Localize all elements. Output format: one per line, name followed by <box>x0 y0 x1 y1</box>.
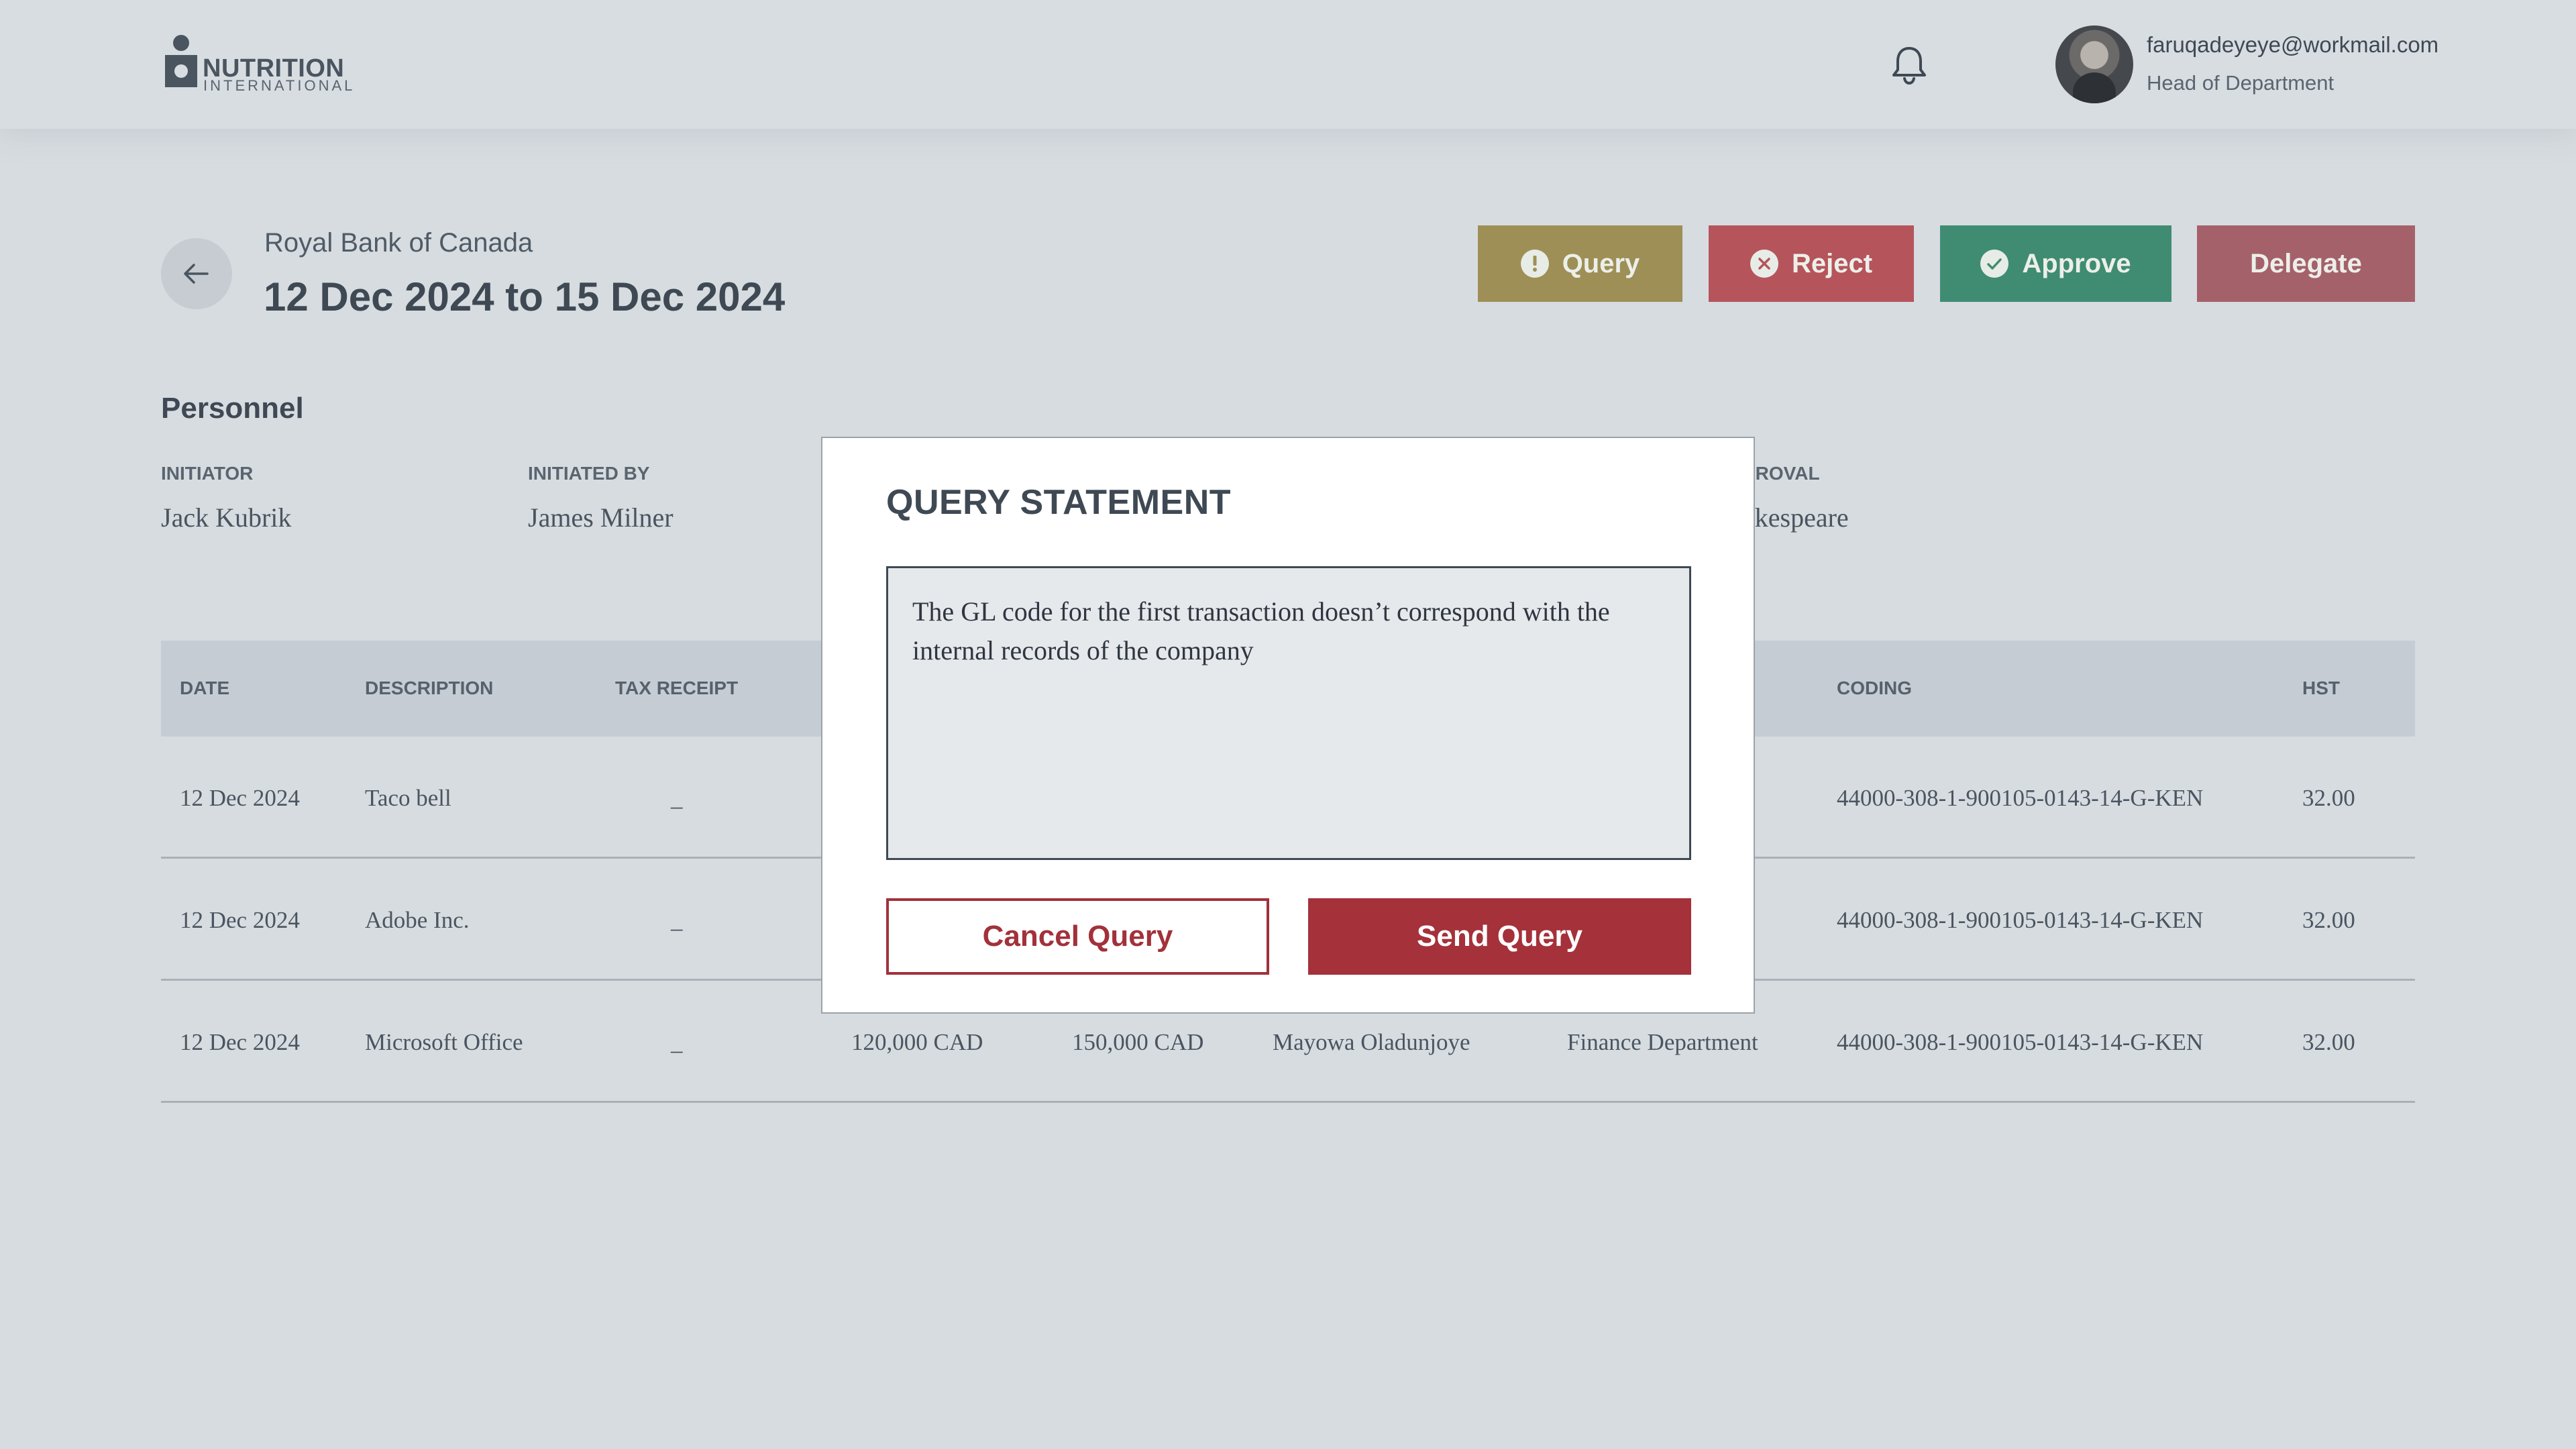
reject-button[interactable]: Reject <box>1709 225 1914 302</box>
column-header-tax-receipt: TAX RECEIPT <box>615 678 739 698</box>
cell-department: Finance Department <box>1567 1029 1758 1055</box>
cell-description: Adobe Inc. <box>365 907 470 933</box>
cell-amount: 120,000 CAD <box>851 1029 983 1055</box>
arrow-left-icon <box>184 264 209 284</box>
cell-description: Taco bell <box>365 785 451 811</box>
cell-person: Mayowa Oladunjoye <box>1273 1029 1470 1055</box>
bank-name: Royal Bank of Canada <box>264 228 533 258</box>
cell-tax-receipt: _ <box>671 1029 683 1055</box>
approval-value: akespeare <box>1743 502 1849 533</box>
cell-hst: 32.00 <box>2302 907 2355 933</box>
column-header-coding: CODING <box>1837 678 1912 698</box>
check-circle-icon <box>1980 250 2009 278</box>
exclamation-circle-icon <box>1520 250 1549 278</box>
approve-button-label: Approve <box>2022 248 2131 278</box>
cell-tax-receipt: _ <box>671 907 683 933</box>
cell-coding: 44000-308-1-900105-0143-14-G-KEN <box>1837 907 2204 933</box>
initiated-by-label: INITIATED BY <box>528 463 650 484</box>
approve-button[interactable]: Approve <box>1940 225 2171 302</box>
x-circle-icon <box>1750 250 1778 278</box>
initiator-label: INITIATOR <box>161 463 254 484</box>
initiated-by-value: James Milner <box>528 502 674 533</box>
cell-tax-receipt: _ <box>671 785 683 811</box>
personnel-section-title: Personnel <box>161 392 304 425</box>
user-avatar[interactable] <box>2055 25 2133 103</box>
modal-title: QUERY STATEMENT <box>886 483 1232 522</box>
delegate-button-label: Delegate <box>2250 248 2362 278</box>
nutrition-international-logo[interactable]: NUTRITION INTERNATIONAL <box>165 35 352 95</box>
cell-date: 12 Dec 2024 <box>180 785 300 811</box>
page-title: 12 Dec 2024 to 15 Dec 2024 <box>264 274 786 319</box>
user-role: Head of Department <box>2147 71 2334 95</box>
query-statement-textarea[interactable]: The GL code for the first transaction do… <box>886 566 1691 860</box>
top-header: NUTRITION INTERNATIONAL faruqadeyeye@wor… <box>0 0 2576 129</box>
cell-coding: 44000-308-1-900105-0143-14-G-KEN <box>1837 1029 2204 1055</box>
cell-hst: 32.00 <box>2302 1029 2355 1055</box>
query-statement-modal: QUERY STATEMENT The GL code for the firs… <box>821 437 1755 1014</box>
notification-bell-icon[interactable] <box>1889 44 1929 86</box>
send-query-button[interactable]: Send Query <box>1308 898 1691 975</box>
cell-description: Microsoft Office <box>365 1029 523 1055</box>
user-email: faruqadeyeye@workmail.com <box>2147 32 2439 57</box>
cell-amount: 150,000 CAD <box>1072 1029 1204 1055</box>
initiator-value: Jack Kubrik <box>161 502 292 533</box>
query-button[interactable]: Query <box>1478 225 1682 302</box>
logo-subtitle: INTERNATIONAL <box>203 77 356 94</box>
cell-date: 12 Dec 2024 <box>180 1029 300 1055</box>
query-button-label: Query <box>1562 248 1640 278</box>
column-header-date: DATE <box>180 678 230 698</box>
cancel-query-button[interactable]: Cancel Query <box>886 898 1269 975</box>
logo-mark-icon <box>165 35 199 93</box>
cell-hst: 32.00 <box>2302 785 2355 811</box>
back-button[interactable] <box>161 238 232 309</box>
delegate-button[interactable]: Delegate <box>2197 225 2415 302</box>
column-header-description: DESCRIPTION <box>365 678 494 698</box>
column-header-hst: HST <box>2302 678 2340 698</box>
cell-date: 12 Dec 2024 <box>180 907 300 933</box>
cell-coding: 44000-308-1-900105-0143-14-G-KEN <box>1837 785 2204 811</box>
reject-button-label: Reject <box>1791 248 1873 278</box>
